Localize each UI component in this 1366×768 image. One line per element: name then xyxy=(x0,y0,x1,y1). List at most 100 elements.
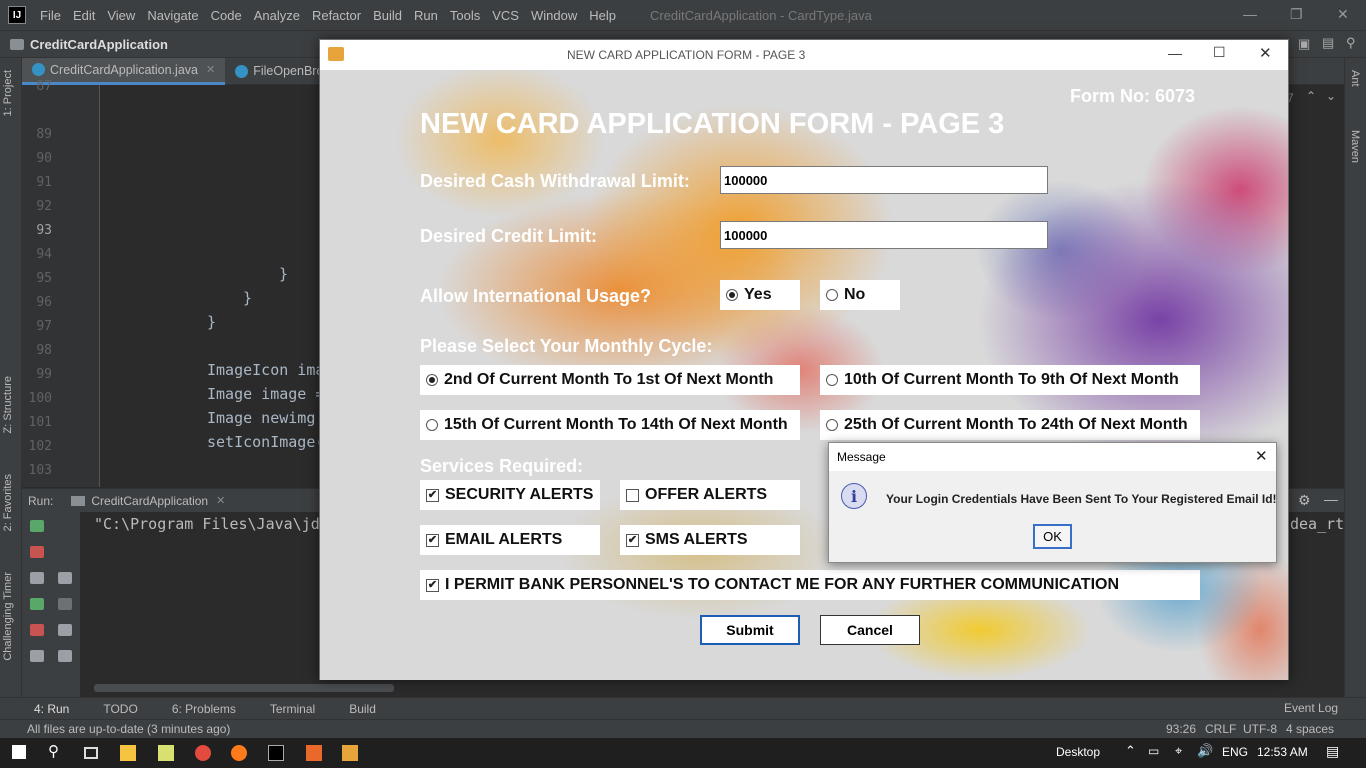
form-window-title: NEW CARD APPLICATION FORM - PAGE 3 xyxy=(567,48,806,62)
cycle-radio-2nd[interactable]: 2nd Of Current Month To 1st Of Next Mont… xyxy=(420,365,800,395)
minimize-icon[interactable]: — xyxy=(1168,45,1182,61)
line-number: 87 xyxy=(36,79,52,94)
tooltab-run[interactable]: 4: Run xyxy=(34,702,69,716)
settings-gear-icon[interactable]: ⚙ xyxy=(1298,492,1311,509)
camera-icon[interactable] xyxy=(30,572,44,584)
clock[interactable]: 12:53 AM xyxy=(1257,745,1308,759)
stop-icon[interactable] xyxy=(30,546,44,558)
app-icon[interactable] xyxy=(306,745,322,761)
search-icon[interactable]: ⚲ xyxy=(48,742,64,760)
close-tab-icon[interactable]: ✕ xyxy=(206,63,215,76)
wrap-icon[interactable] xyxy=(58,572,72,584)
rerun-icon[interactable] xyxy=(30,520,44,532)
trash-icon[interactable] xyxy=(58,650,72,662)
submit-button[interactable]: Submit xyxy=(700,615,800,645)
tooltab-build[interactable]: Build xyxy=(349,702,376,716)
tooltab-terminal[interactable]: Terminal xyxy=(270,702,315,716)
print-icon[interactable] xyxy=(58,624,72,636)
security-alerts-checkbox[interactable]: ✔ SECURITY ALERTS xyxy=(420,480,600,510)
chevron-down-icon[interactable]: ⌄ xyxy=(1326,89,1336,103)
terminal-icon[interactable]: ▤ xyxy=(1322,35,1334,51)
battery-icon[interactable]: ▭ xyxy=(1148,744,1159,758)
tab-challenging-timer[interactable]: Challenging Timer xyxy=(2,572,14,661)
run-tab-label[interactable]: CreditCardApplication xyxy=(91,494,208,508)
close-icon[interactable]: ✕ xyxy=(1255,447,1268,465)
chevron-up-icon[interactable]: ⌃ xyxy=(1306,89,1316,103)
ide-close-icon[interactable]: ✕ xyxy=(1337,6,1349,23)
menu-window[interactable]: Window xyxy=(525,8,583,23)
tab-ant[interactable]: Ant xyxy=(1349,70,1361,87)
intellij-icon[interactable] xyxy=(268,745,284,761)
tab-structure[interactable]: Z: Structure xyxy=(2,376,14,433)
chrome-icon[interactable] xyxy=(195,745,211,761)
ide-minimize-icon[interactable]: — xyxy=(1243,6,1257,22)
line-number: 89 xyxy=(36,127,52,142)
tab-maven[interactable]: Maven xyxy=(1349,130,1361,163)
event-log-tab[interactable]: Event Log xyxy=(1284,701,1338,715)
desktop-toolbar[interactable]: Desktop xyxy=(1056,745,1100,759)
task-view-icon[interactable] xyxy=(84,747,98,759)
caret-position[interactable]: 93:26 xyxy=(1166,722,1196,736)
layout-icon[interactable]: ▣ xyxy=(1298,36,1310,52)
windows-start-icon[interactable] xyxy=(12,745,26,759)
menu-view[interactable]: View xyxy=(101,8,141,23)
horizontal-scrollbar[interactable] xyxy=(94,684,394,692)
debug-icon[interactable] xyxy=(30,598,44,610)
cycle-radio-15th[interactable]: 15th Of Current Month To 14th Of Next Mo… xyxy=(420,410,800,440)
menu-code[interactable]: Code xyxy=(205,8,248,23)
cash-limit-input[interactable]: 100000 xyxy=(720,166,1048,194)
cycle-radio-25th[interactable]: 25th Of Current Month To 24th Of Next Mo… xyxy=(820,410,1200,440)
menu-navigate[interactable]: Navigate xyxy=(141,8,204,23)
volume-icon[interactable]: 🔊 xyxy=(1197,743,1213,759)
permit-contact-checkbox[interactable]: ✔ I PERMIT BANK PERSONNEL'S TO CONTACT M… xyxy=(420,570,1200,600)
tool-window-tabs: 4: Run TODO 6: Problems Terminal Build E… xyxy=(0,697,1366,719)
intl-no-radio[interactable]: No xyxy=(820,280,900,310)
layout-icon[interactable] xyxy=(30,650,44,662)
menu-help[interactable]: Help xyxy=(583,8,622,23)
tab-favorites[interactable]: 2: Favorites xyxy=(2,474,14,531)
java-app-icon[interactable] xyxy=(342,745,358,761)
line-number: 95 xyxy=(36,271,52,286)
intl-yes-radio[interactable]: Yes xyxy=(720,280,800,310)
menu-file[interactable]: File xyxy=(34,8,67,23)
cycle-radio-10th[interactable]: 10th Of Current Month To 9th Of Next Mon… xyxy=(820,365,1200,395)
project-breadcrumb[interactable]: CreditCardApplication xyxy=(30,37,168,52)
menu-run[interactable]: Run xyxy=(408,8,444,23)
exit-icon[interactable] xyxy=(30,624,44,636)
email-alerts-checkbox[interactable]: ✔ EMAIL ALERTS xyxy=(420,525,600,555)
sms-alerts-checkbox[interactable]: ✔ SMS ALERTS xyxy=(620,525,800,555)
menu-edit[interactable]: Edit xyxy=(67,8,101,23)
ok-button[interactable]: OK xyxy=(1033,524,1072,549)
line-separator[interactable]: CRLF xyxy=(1205,722,1236,736)
search-icon[interactable]: ⚲ xyxy=(1346,35,1356,51)
firefox-icon[interactable] xyxy=(231,745,247,761)
ide-restore-icon[interactable]: ❐ xyxy=(1290,6,1303,23)
chevron-up-icon[interactable]: ⌃ xyxy=(1125,743,1136,759)
maximize-icon[interactable]: ☐ xyxy=(1213,44,1226,61)
radio-label: Yes xyxy=(744,286,772,303)
credit-limit-input[interactable]: 100000 xyxy=(720,221,1048,249)
wifi-icon[interactable]: ⌖ xyxy=(1175,743,1182,759)
java-class-icon xyxy=(235,64,249,78)
editor-tab-main[interactable]: CreditCardApplication.java ✕ xyxy=(22,57,226,85)
menu-refactor[interactable]: Refactor xyxy=(306,8,367,23)
file-explorer-icon[interactable] xyxy=(120,745,136,761)
file-encoding[interactable]: UTF-8 xyxy=(1243,722,1277,736)
language-indicator[interactable]: ENG xyxy=(1222,745,1248,759)
tooltab-todo[interactable]: TODO xyxy=(103,702,137,716)
notifications-icon[interactable]: ▤ xyxy=(1326,743,1339,760)
notepad-icon[interactable] xyxy=(158,745,174,761)
hide-panel-icon[interactable]: — xyxy=(1324,491,1338,507)
close-run-tab-icon[interactable]: ✕ xyxy=(216,494,225,507)
tooltab-problems[interactable]: 6: Problems xyxy=(172,702,236,716)
menu-vcs[interactable]: VCS xyxy=(486,8,525,23)
menu-build[interactable]: Build xyxy=(367,8,408,23)
indent-setting[interactable]: 4 spaces xyxy=(1286,722,1334,736)
close-icon[interactable]: ✕ xyxy=(1259,44,1272,62)
tab-project[interactable]: 1: Project xyxy=(2,70,14,116)
menu-analyze[interactable]: Analyze xyxy=(248,8,306,23)
menu-tools[interactable]: Tools xyxy=(444,8,486,23)
cancel-button[interactable]: Cancel xyxy=(820,615,920,645)
offer-alerts-checkbox[interactable]: OFFER ALERTS xyxy=(620,480,800,510)
scroll-end-icon[interactable] xyxy=(58,598,72,610)
